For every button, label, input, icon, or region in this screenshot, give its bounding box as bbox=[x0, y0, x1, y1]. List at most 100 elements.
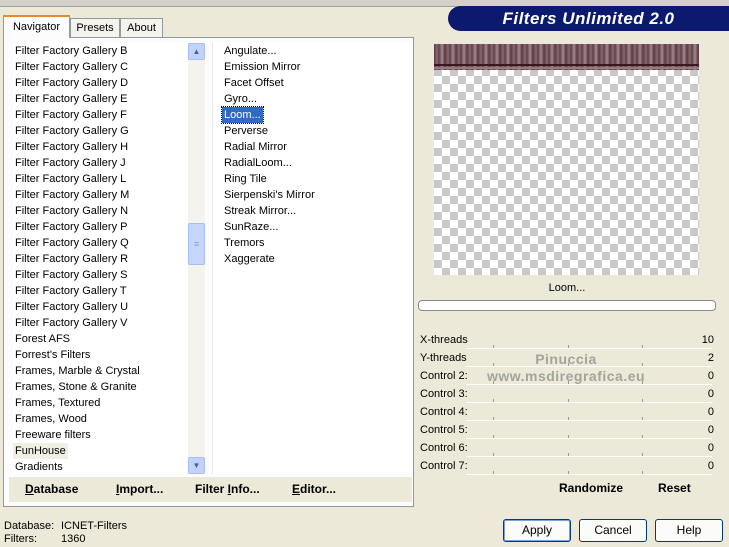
tab-navigator[interactable]: Navigator bbox=[3, 15, 70, 38]
scroll-thumb[interactable]: ≡ bbox=[188, 223, 205, 265]
filter-row[interactable]: Ring Tile bbox=[213, 171, 413, 187]
category-item[interactable]: Forest AFS bbox=[13, 333, 70, 345]
randomize-button[interactable]: Randomize bbox=[559, 481, 623, 499]
category-row[interactable]: FunHouse bbox=[13, 443, 188, 459]
filter-row[interactable]: Sierpenski's Mirror bbox=[213, 187, 413, 203]
category-row[interactable]: Frames, Marble & Crystal bbox=[13, 363, 188, 379]
database-button[interactable]: Database bbox=[25, 477, 78, 502]
category-item[interactable]: Filter Factory Gallery T bbox=[13, 285, 127, 297]
control-slider-row[interactable]: Control 4: 0 bbox=[418, 404, 716, 422]
category-row[interactable]: Filter Factory Gallery L bbox=[13, 171, 188, 187]
filter-list[interactable]: Angulate... Emission Mirror Facet Offset Gy… bbox=[212, 43, 413, 474]
tab-presets[interactable]: Presets bbox=[70, 18, 120, 37]
filter-row[interactable]: Xaggerate bbox=[213, 251, 413, 267]
category-row[interactable]: Filter Factory Gallery H bbox=[13, 139, 188, 155]
control-slider-track[interactable] bbox=[466, 438, 712, 439]
category-item[interactable]: Filter Factory Gallery U bbox=[13, 301, 128, 313]
filter-item[interactable]: Facet Offset bbox=[222, 75, 284, 91]
control-slider-track[interactable] bbox=[466, 474, 712, 475]
filter-item[interactable]: Angulate... bbox=[222, 43, 277, 59]
filter-info-button[interactable]: Filter Info... bbox=[195, 477, 260, 502]
category-item[interactable]: Frames, Marble & Crystal bbox=[13, 365, 140, 377]
scroll-up-button[interactable]: ▲ bbox=[188, 43, 205, 60]
filter-row[interactable]: Facet Offset bbox=[213, 75, 413, 91]
category-row[interactable]: Filter Factory Gallery U bbox=[13, 299, 188, 315]
category-row[interactable]: Filter Factory Gallery N bbox=[13, 203, 188, 219]
control-slider-row[interactable]: Control 6: 0 bbox=[418, 440, 716, 458]
filter-item[interactable]: Xaggerate bbox=[222, 251, 275, 267]
category-row[interactable]: Forrest's Filters bbox=[13, 347, 188, 363]
category-item[interactable]: Frames, Stone & Granite bbox=[13, 381, 137, 393]
category-row[interactable]: Filter Factory Gallery J bbox=[13, 155, 188, 171]
category-row[interactable]: Filter Factory Gallery E bbox=[13, 91, 188, 107]
control-slider-row[interactable]: Control 7: 0 bbox=[418, 458, 716, 476]
filter-item[interactable]: Emission Mirror bbox=[222, 59, 300, 75]
filter-item[interactable]: SunRaze... bbox=[222, 219, 278, 235]
help-button[interactable]: Help bbox=[655, 519, 723, 542]
category-row[interactable]: Frames, Stone & Granite bbox=[13, 379, 188, 395]
category-list[interactable]: Filter Factory Gallery B Filter Factory G… bbox=[13, 43, 188, 474]
category-row[interactable]: Filter Factory Gallery D bbox=[13, 75, 188, 91]
filter-row[interactable]: Radial Mirror bbox=[213, 139, 413, 155]
category-row[interactable]: Filter Factory Gallery G bbox=[13, 123, 188, 139]
filter-item[interactable]: Perverse bbox=[222, 123, 268, 139]
category-row[interactable]: Filter Factory Gallery F bbox=[13, 107, 188, 123]
control-slider-track[interactable] bbox=[466, 402, 712, 403]
category-row[interactable]: Filter Factory Gallery C bbox=[13, 59, 188, 75]
filter-item[interactable]: Streak Mirror... bbox=[222, 203, 296, 219]
category-item[interactable]: Filter Factory Gallery J bbox=[13, 157, 126, 169]
category-item[interactable]: Frames, Wood bbox=[13, 413, 87, 425]
category-item[interactable]: Filter Factory Gallery H bbox=[13, 141, 128, 153]
filter-row[interactable]: SunRaze... bbox=[213, 219, 413, 235]
filter-item[interactable]: Gyro... bbox=[222, 91, 257, 107]
filter-row[interactable]: Tremors bbox=[213, 235, 413, 251]
editor-button[interactable]: Editor... bbox=[292, 477, 336, 502]
category-row[interactable]: Filter Factory Gallery Q bbox=[13, 235, 188, 251]
filter-item[interactable]: Ring Tile bbox=[222, 171, 267, 187]
filter-item[interactable]: Sierpenski's Mirror bbox=[222, 187, 315, 203]
filter-row[interactable]: Gyro... bbox=[213, 91, 413, 107]
category-row[interactable]: Filter Factory Gallery P bbox=[13, 219, 188, 235]
control-slider-row[interactable]: X-threads 10 bbox=[418, 332, 716, 350]
filter-item[interactable]: Radial Mirror bbox=[222, 139, 287, 155]
category-item[interactable]: Filter Factory Gallery S bbox=[13, 269, 127, 281]
control-slider-row[interactable]: Control 5: 0 bbox=[418, 422, 716, 440]
category-item[interactable]: FunHouse bbox=[13, 443, 68, 459]
filter-row[interactable]: RadialLoom... bbox=[213, 155, 413, 171]
filter-item[interactable]: Tremors bbox=[222, 235, 265, 251]
category-item[interactable]: Filter Factory Gallery Q bbox=[13, 237, 129, 249]
category-item[interactable]: Filter Factory Gallery V bbox=[13, 317, 127, 329]
scroll-down-button[interactable]: ▼ bbox=[188, 457, 205, 474]
control-slider-track[interactable] bbox=[466, 456, 712, 457]
category-item[interactable]: Filter Factory Gallery P bbox=[13, 221, 127, 233]
filter-row[interactable]: Perverse bbox=[213, 123, 413, 139]
control-slider-track[interactable] bbox=[466, 348, 712, 349]
category-row[interactable]: Filter Factory Gallery B bbox=[13, 43, 188, 59]
category-item[interactable]: Filter Factory Gallery G bbox=[13, 125, 129, 137]
filter-item[interactable]: RadialLoom... bbox=[222, 155, 292, 171]
import-button[interactable]: Import... bbox=[116, 477, 163, 502]
category-row[interactable]: Forest AFS bbox=[13, 331, 188, 347]
control-slider-row[interactable]: Control 3: 0 bbox=[418, 386, 716, 404]
category-item[interactable]: Forrest's Filters bbox=[13, 349, 90, 361]
filter-row[interactable]: Loom... bbox=[213, 106, 413, 124]
category-item[interactable]: Filter Factory Gallery F bbox=[13, 109, 127, 121]
category-item[interactable]: Filter Factory Gallery D bbox=[13, 77, 128, 89]
category-item[interactable]: Filter Factory Gallery B bbox=[13, 45, 127, 57]
category-item[interactable]: Freeware filters bbox=[13, 429, 91, 441]
category-item[interactable]: Filter Factory Gallery C bbox=[13, 61, 128, 73]
category-row[interactable]: Filter Factory Gallery S bbox=[13, 267, 188, 283]
tab-about[interactable]: About bbox=[120, 18, 163, 37]
category-row[interactable]: Frames, Textured bbox=[13, 395, 188, 411]
category-row[interactable]: Frames, Wood bbox=[13, 411, 188, 427]
category-item[interactable]: Filter Factory Gallery N bbox=[13, 205, 128, 217]
apply-button[interactable]: Apply bbox=[503, 519, 571, 542]
category-row[interactable]: Gradients bbox=[13, 459, 188, 474]
category-item[interactable]: Filter Factory Gallery E bbox=[13, 93, 127, 105]
filter-row[interactable]: Emission Mirror bbox=[213, 59, 413, 75]
category-row[interactable]: Filter Factory Gallery R bbox=[13, 251, 188, 267]
category-row[interactable]: Filter Factory Gallery T bbox=[13, 283, 188, 299]
category-row[interactable]: Freeware filters bbox=[13, 427, 188, 443]
category-item[interactable]: Filter Factory Gallery M bbox=[13, 189, 129, 201]
category-item[interactable]: Frames, Textured bbox=[13, 397, 100, 409]
